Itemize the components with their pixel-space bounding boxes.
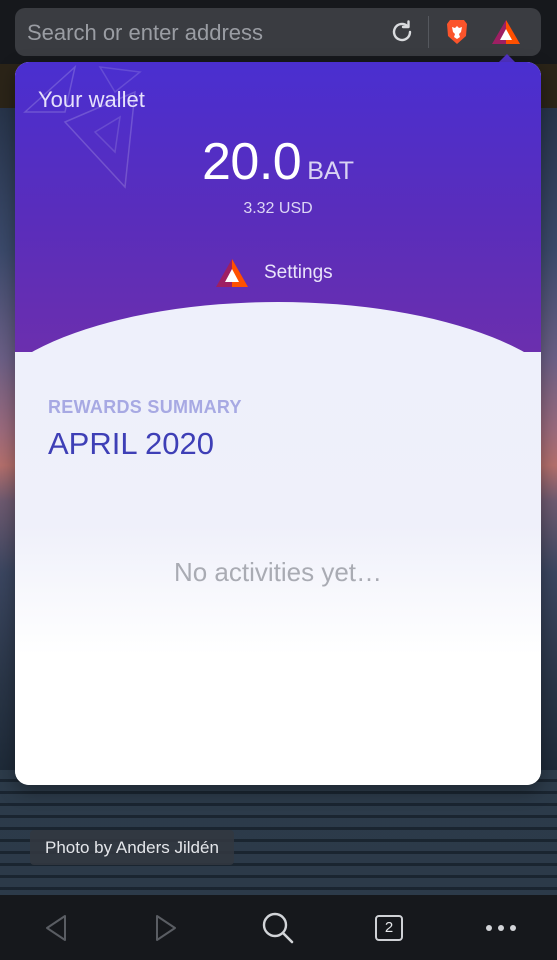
balance-usd: 3.32 USD — [243, 200, 313, 217]
menu-button[interactable] — [466, 895, 536, 960]
bat-triangle-icon — [216, 259, 248, 287]
photo-credit[interactable]: Photo by Anders Jildén — [30, 830, 234, 865]
tabs-button[interactable]: 2 — [354, 895, 424, 960]
address-bar[interactable]: Search or enter address — [15, 8, 541, 56]
settings-button[interactable]: Settings — [215, 256, 333, 290]
settings-label: Settings — [264, 262, 333, 283]
address-divider — [428, 16, 429, 48]
rewards-panel: Your wallet 20.0 BAT 3.32 USD Settings RE… — [15, 62, 541, 785]
address-placeholder: Search or enter address — [27, 20, 264, 45]
bottom-toolbar: 2 — [0, 895, 557, 960]
wallet-balance: 20.0 BAT — [15, 132, 541, 192]
brave-lion-icon[interactable] — [442, 17, 472, 47]
search-icon — [262, 912, 294, 943]
top-bar: Search or enter address — [0, 0, 557, 64]
summary-label: REWARDS SUMMARY — [48, 397, 242, 417]
summary-month: APRIL 2020 — [48, 426, 215, 461]
empty-activities-message: No activities yet… — [173, 557, 383, 587]
balance-unit: BAT — [307, 157, 354, 185]
tabs-count: 2 — [375, 914, 403, 941]
back-arrow-icon — [46, 914, 66, 941]
reload-icon[interactable] — [389, 19, 415, 45]
wallet-title: Your wallet — [38, 87, 145, 112]
bat-triangle-icon[interactable] — [491, 19, 521, 45]
more-dots-icon — [486, 924, 516, 931]
forward-arrow-icon — [156, 914, 176, 941]
forward-button[interactable] — [131, 895, 201, 960]
back-button[interactable] — [21, 895, 91, 960]
balance-amount: 20.0 — [202, 133, 302, 191]
search-button[interactable] — [243, 895, 313, 960]
